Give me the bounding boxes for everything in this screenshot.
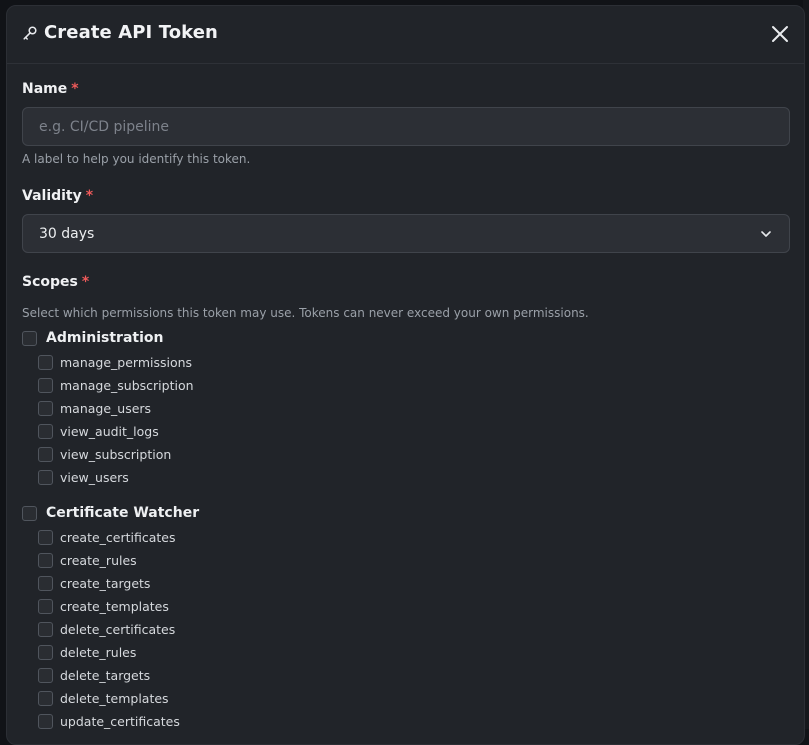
validity-label-text: Validity xyxy=(22,188,82,204)
scope-item[interactable]: delete_targets xyxy=(22,664,790,687)
scope-item-label: create_certificates xyxy=(60,530,176,545)
scope-item-label: view_audit_logs xyxy=(60,424,159,439)
scope-item-checkbox[interactable] xyxy=(38,668,53,683)
scope-item[interactable]: delete_templates xyxy=(22,687,790,710)
scope-item-checkbox[interactable] xyxy=(38,424,53,439)
name-input[interactable] xyxy=(22,107,790,146)
name-label-text: Name xyxy=(22,81,68,97)
chevron-down-icon xyxy=(761,230,771,237)
scope-item-checkbox[interactable] xyxy=(38,576,53,591)
scope-item-checkbox[interactable] xyxy=(38,714,53,729)
scope-item-checkbox[interactable] xyxy=(38,378,53,393)
scope-item-checkbox[interactable] xyxy=(38,355,53,370)
scope-item[interactable]: view_subscription xyxy=(22,443,790,466)
scope-item-label: delete_targets xyxy=(60,668,151,683)
scope-item-label: delete_templates xyxy=(60,691,169,706)
create-token-dialog: Create API Token Name * A label to help … xyxy=(6,5,805,745)
dialog-title-group: Create API Token xyxy=(22,22,218,43)
scope-item[interactable]: manage_subscription xyxy=(22,374,790,397)
close-button[interactable] xyxy=(768,22,792,46)
scope-item-label: create_rules xyxy=(60,553,137,568)
scope-item[interactable]: create_certificates xyxy=(22,526,790,549)
scope-group-header[interactable]: Certificate Watcher xyxy=(22,503,790,523)
scope-item[interactable]: view_audit_logs xyxy=(22,420,790,443)
dialog-title: Create API Token xyxy=(44,22,218,43)
scope-group-label: Certificate Watcher xyxy=(46,505,200,521)
scope-item[interactable]: view_users xyxy=(22,466,790,489)
scope-item-label: delete_rules xyxy=(60,645,137,660)
scopes-label: Scopes * xyxy=(22,273,790,291)
scope-group-label: Administration xyxy=(46,330,164,346)
scope-group: Administration manage_permissions manage_s… xyxy=(22,328,790,489)
scope-item-list: manage_permissions manage_subscriptionman… xyxy=(22,351,790,489)
scope-item-checkbox[interactable] xyxy=(38,530,53,545)
scope-groups: Administration manage_permissions manage_s… xyxy=(22,328,790,733)
scope-item-checkbox[interactable] xyxy=(38,599,53,614)
scopes-label-text: Scopes xyxy=(22,274,78,290)
scope-item-checkbox[interactable] xyxy=(38,645,53,660)
name-label: Name * xyxy=(22,80,790,98)
scope-item[interactable]: delete_rules xyxy=(22,641,790,664)
scope-item-checkbox[interactable] xyxy=(38,447,53,462)
key-icon xyxy=(22,25,38,41)
scope-group-header[interactable]: Administration xyxy=(22,328,790,348)
scope-group: Certificate Watcher create_certificates cr… xyxy=(22,503,790,733)
required-marker: * xyxy=(71,81,79,97)
scope-item-label: create_targets xyxy=(60,576,151,591)
scope-item[interactable]: update_certificates xyxy=(22,710,790,733)
scope-item-label: create_templates xyxy=(60,599,169,614)
scope-item-checkbox[interactable] xyxy=(38,401,53,416)
scope-item[interactable]: create_templates xyxy=(22,595,790,618)
dialog-body: Name * A label to help you identify this… xyxy=(22,80,790,733)
scope-item-checkbox[interactable] xyxy=(38,622,53,637)
required-marker: * xyxy=(81,274,90,290)
scope-item-label: update_certificates xyxy=(60,714,180,729)
scope-item[interactable]: create_rules xyxy=(22,549,790,572)
scope-item-label: manage_subscription xyxy=(60,378,194,393)
scope-item-list: create_certificates create_rules create_ta… xyxy=(22,526,790,733)
validity-label: Validity * xyxy=(22,187,790,205)
scope-item-label: delete_certificates xyxy=(60,622,176,637)
required-marker: * xyxy=(85,188,94,204)
scope-item-checkbox[interactable] xyxy=(38,553,53,568)
dialog-header: Create API Token xyxy=(7,6,804,64)
scope-item[interactable]: manage_users xyxy=(22,397,790,420)
scope-group-checkbox[interactable] xyxy=(22,330,37,346)
scope-item-checkbox[interactable] xyxy=(38,691,53,706)
validity-selected-value: 30 days xyxy=(39,225,95,242)
scope-item[interactable]: manage_permissions xyxy=(22,351,790,374)
scope-item-label: manage_permissions xyxy=(60,355,193,370)
close-icon xyxy=(772,26,788,42)
scopes-help-text: Select which permissions this token may … xyxy=(22,306,589,320)
scope-item-label: view_subscription xyxy=(60,447,172,462)
scope-item-checkbox[interactable] xyxy=(38,470,53,485)
scope-item-label: manage_users xyxy=(60,401,152,416)
name-help-text: A label to help you identify this token. xyxy=(22,152,251,166)
scope-item[interactable]: delete_certificates xyxy=(22,618,790,641)
scope-group-checkbox[interactable] xyxy=(22,505,37,521)
validity-select[interactable]: 30 days xyxy=(22,214,790,253)
scope-item-label: view_users xyxy=(60,470,129,485)
scope-item[interactable]: create_targets xyxy=(22,572,790,595)
